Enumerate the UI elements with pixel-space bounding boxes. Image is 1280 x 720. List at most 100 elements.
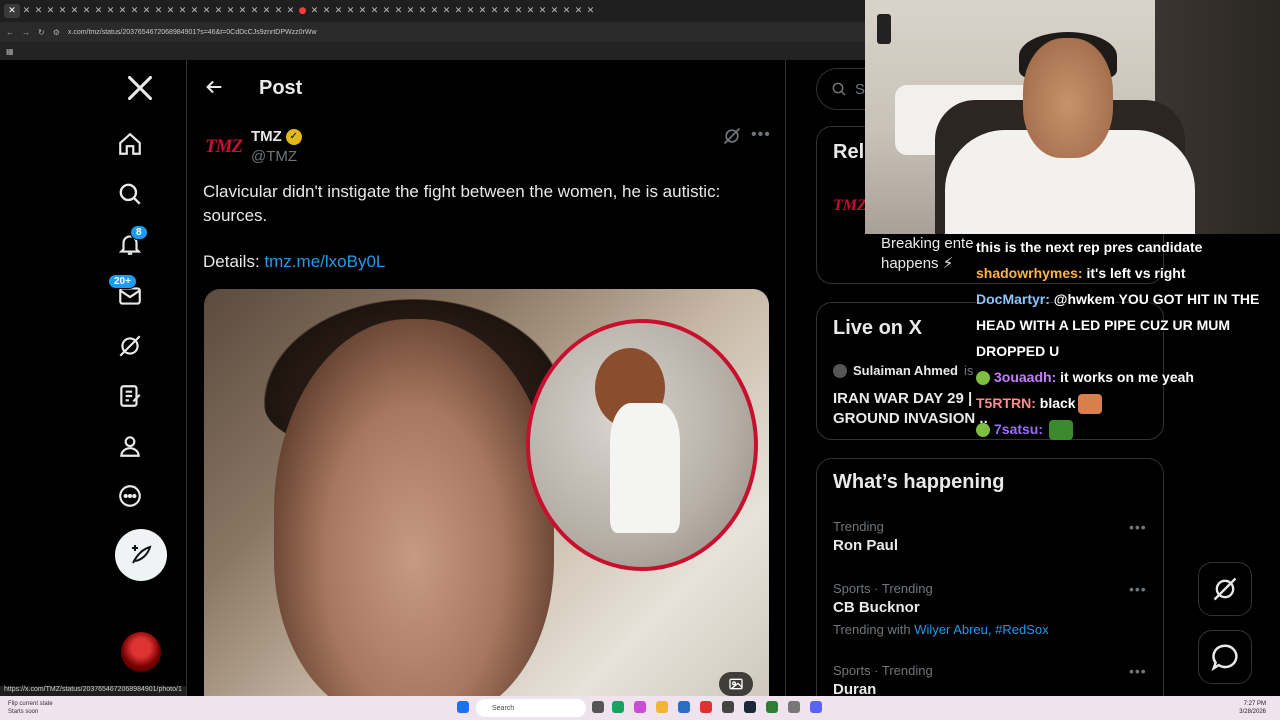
lists-icon[interactable] [114, 380, 146, 412]
account-avatar[interactable] [121, 632, 161, 672]
trend-more-icon[interactable]: ••• [1129, 663, 1147, 679]
trend-item[interactable]: Trending Ron Paul [833, 519, 898, 554]
site-settings-icon[interactable]: ⚙ [53, 28, 60, 37]
browser-tab[interactable]: ✕ [153, 4, 164, 18]
browser-tab[interactable]: ✕ [81, 4, 92, 18]
browser-tab[interactable]: ✕ [57, 4, 68, 18]
browser-tab[interactable]: ✕ [513, 4, 524, 18]
trend-more-icon[interactable]: ••• [1129, 581, 1147, 597]
more-options-icon[interactable]: ••• [751, 126, 771, 144]
browser-tab[interactable]: ✕ [285, 4, 296, 18]
browser-tab[interactable]: ✕ [177, 4, 188, 18]
x-logo-icon[interactable] [124, 72, 156, 104]
trend-with-links[interactable]: Wilyer Abreu, #RedSox [914, 622, 1048, 637]
notifications-bell-icon[interactable]: 8 [114, 225, 148, 260]
discord-icon[interactable] [810, 701, 822, 713]
browser-tab[interactable]: ✕ [213, 4, 224, 18]
copilot-icon[interactable] [634, 701, 646, 713]
steam-icon[interactable] [744, 701, 756, 713]
url-field[interactable]: x.com/tmz/status/2037654672068984901?s=4… [68, 29, 317, 36]
browser-tab[interactable]: ✕ [525, 4, 536, 18]
grok-floating-button[interactable] [1198, 562, 1252, 616]
relevant-tmz-avatar[interactable]: TMZ [833, 197, 867, 217]
browser-tab-active[interactable]: ✕ [4, 4, 20, 18]
taskbar-clock[interactable]: 7:27 PM 3/28/2026 [1239, 700, 1266, 716]
browser-tab[interactable]: ✕ [573, 4, 584, 18]
messages-mail-icon[interactable]: 20+ [108, 274, 146, 312]
browser-tab[interactable]: ✕ [93, 4, 104, 18]
browser-tab[interactable]: ✕ [45, 4, 56, 18]
apps-grid-icon[interactable]: ▦ [6, 47, 14, 56]
browser-tab[interactable]: ✕ [393, 4, 404, 18]
trend-more-icon[interactable]: ••• [1129, 519, 1147, 535]
home-icon[interactable] [114, 128, 146, 160]
browser-tab[interactable]: ✕ [165, 4, 176, 18]
back-arrow-icon[interactable] [203, 76, 225, 98]
browser-tab[interactable]: ✕ [429, 4, 440, 18]
browser-tab[interactable]: ✕ [381, 4, 392, 18]
browser-tab-recording[interactable]: ● [297, 4, 308, 18]
app-icon[interactable] [722, 701, 734, 713]
browser-tab[interactable]: ✕ [141, 4, 152, 18]
browser-tab[interactable]: ✕ [189, 4, 200, 18]
browser-tab[interactable]: ✕ [549, 4, 560, 18]
browser-tab[interactable]: ✕ [369, 4, 380, 18]
details-link[interactable]: tmz.me/lxoBy0L [264, 252, 385, 271]
browser-tab[interactable]: ✕ [33, 4, 44, 18]
trend-item[interactable]: Sports · Trending Duran [833, 663, 933, 698]
back-nav-icon[interactable]: ← [6, 28, 14, 37]
browser-tab[interactable]: ✕ [441, 4, 452, 18]
trend-item[interactable]: Sports · Trending CB Bucknor Trending wi… [833, 581, 1049, 637]
browser-tab[interactable]: ✕ [405, 4, 416, 18]
browser-tab[interactable]: ✕ [21, 4, 32, 18]
browser-tab[interactable]: ✕ [357, 4, 368, 18]
browser-tab[interactable]: ✕ [261, 4, 272, 18]
app-icon[interactable] [788, 701, 800, 713]
compose-post-button[interactable] [115, 529, 167, 581]
browser-tab[interactable]: ✕ [309, 4, 320, 18]
browser-tab[interactable]: ✕ [465, 4, 476, 18]
browser-tab[interactable]: ✕ [333, 4, 344, 18]
browser-tab[interactable]: ✕ [537, 4, 548, 18]
browser-tab[interactable]: ✕ [501, 4, 512, 18]
browser-tab[interactable]: ✕ [477, 4, 488, 18]
more-circle-icon[interactable] [114, 480, 146, 512]
browser-tab[interactable]: ✕ [273, 4, 284, 18]
browser-tab[interactable]: ✕ [417, 4, 428, 18]
browser-tab[interactable]: ✕ [105, 4, 116, 18]
author-name[interactable]: TMZ ✓ [251, 128, 302, 145]
image-edit-icon[interactable] [719, 672, 753, 696]
browser-tab[interactable]: ✕ [489, 4, 500, 18]
browser-tab[interactable]: ✕ [201, 4, 212, 18]
edge-browser-icon[interactable] [612, 701, 624, 713]
browser-tab[interactable]: ✕ [225, 4, 236, 18]
browser-tab[interactable]: ✕ [585, 4, 596, 18]
browser-tab[interactable]: ✕ [345, 4, 356, 18]
app-icon[interactable] [766, 701, 778, 713]
file-explorer-icon[interactable] [656, 701, 668, 713]
forward-nav-icon[interactable]: → [22, 28, 30, 37]
store-icon[interactable] [678, 701, 690, 713]
browser-tab[interactable]: ✕ [117, 4, 128, 18]
browser-tab[interactable]: ✕ [129, 4, 140, 18]
browser-tab[interactable]: ✕ [321, 4, 332, 18]
browser-tab[interactable]: ✕ [561, 4, 572, 18]
live-stream-title[interactable]: IRAN WAR DAY 29 | GROUND INVASION .. [833, 389, 988, 429]
browser-tab[interactable]: ✕ [237, 4, 248, 18]
chrome-icon[interactable] [700, 701, 712, 713]
profile-icon[interactable] [114, 430, 146, 462]
live-host-row[interactable]: Sulaiman Ahmed is [833, 363, 973, 378]
task-view-icon[interactable] [592, 701, 604, 713]
grok-explain-icon[interactable] [722, 126, 744, 148]
taskbar-search[interactable]: Search [476, 699, 586, 717]
messages-floating-button[interactable] [1198, 630, 1252, 684]
author-handle[interactable]: @TMZ [251, 148, 297, 165]
taskbar-notification[interactable]: Flip current state Starts soon [8, 700, 53, 716]
grok-icon[interactable] [114, 330, 146, 362]
browser-tab[interactable]: ✕ [249, 4, 260, 18]
windows-start-icon[interactable] [457, 701, 469, 713]
author-avatar-tmz-logo[interactable]: TMZ [205, 136, 243, 158]
reload-icon[interactable]: ↻ [38, 28, 45, 37]
tweet-media-image[interactable] [204, 289, 769, 696]
browser-tab[interactable]: ✕ [69, 4, 80, 18]
